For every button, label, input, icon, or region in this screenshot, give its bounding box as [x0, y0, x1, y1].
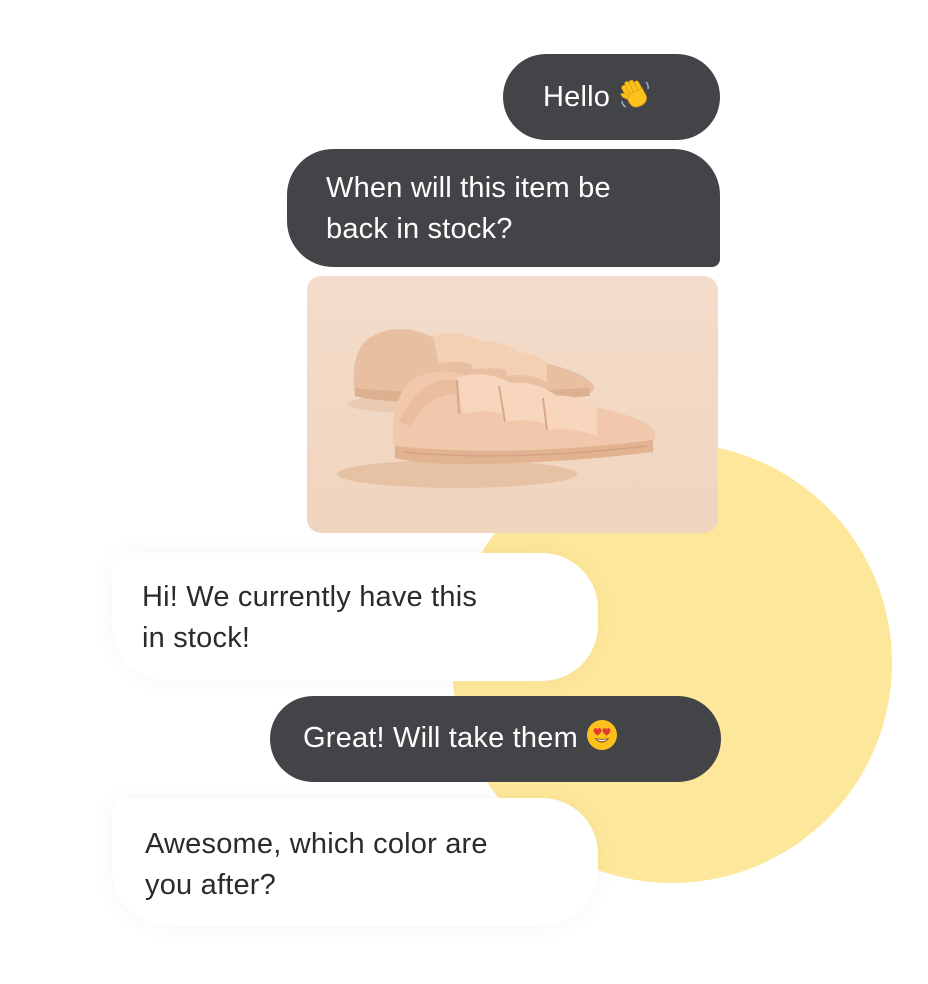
message-bubble-outgoing: Great! Will take them [270, 696, 721, 782]
message-text-line: When will this item be [326, 172, 611, 204]
message-bubble-incoming: Awesome, which color are you after? [112, 798, 598, 926]
sneakers-photo [307, 276, 718, 533]
product-image-message[interactable] [307, 276, 718, 533]
heart-eyes-emoji-icon [586, 719, 618, 763]
message-bubble-outgoing: When will this item be back in stock? [287, 149, 720, 267]
message-text-line: Hi! We currently have this [142, 581, 478, 613]
message-text-line: back in stock? [326, 213, 513, 245]
message-text-line: in stock! [142, 622, 251, 654]
message-text: Hello [543, 81, 611, 113]
message-text-line: Awesome, which color are [145, 828, 488, 860]
message-bubble-incoming: Hi! We currently have this in stock! [112, 553, 598, 681]
message-text-line: you after? [145, 869, 276, 901]
waving-hand-emoji-icon [618, 76, 652, 122]
message-bubble-outgoing: Hello [503, 54, 720, 140]
message-text: Great! Will take them [303, 722, 578, 754]
